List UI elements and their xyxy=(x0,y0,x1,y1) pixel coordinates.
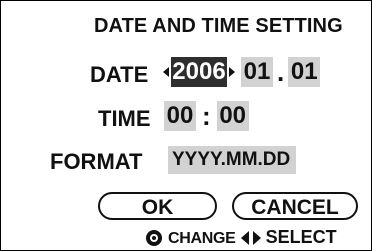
hint-bar: CHANGE SELECT xyxy=(145,227,337,248)
format-field[interactable]: YYYY.MM.DD xyxy=(168,146,297,174)
date-label: DATE xyxy=(90,62,149,87)
format-row: YYYY.MM.DD xyxy=(168,146,297,174)
hint-select-label: SELECT xyxy=(265,227,337,247)
date-day-field[interactable]: 01 xyxy=(288,57,321,87)
date-year-field[interactable]: 2006 xyxy=(171,57,227,87)
time-label: TIME xyxy=(98,106,151,131)
date-row: 2006 01 . 01 xyxy=(163,57,321,87)
cancel-button[interactable]: CANCEL xyxy=(232,192,358,220)
dialog-title: DATE AND TIME SETTING xyxy=(94,15,343,37)
hint-change-label: CHANGE xyxy=(168,230,236,247)
date-separator: . xyxy=(277,57,285,87)
ok-button[interactable]: OK xyxy=(98,192,217,220)
date-month-field[interactable]: 01 xyxy=(241,57,273,87)
left-right-arrows-icon xyxy=(240,227,266,247)
time-hour-field[interactable]: 00 xyxy=(164,101,196,131)
time-separator: : xyxy=(202,101,211,131)
control-dial-icon xyxy=(145,227,168,247)
format-label: FORMAT xyxy=(50,149,143,174)
arrow-right-icon[interactable] xyxy=(229,66,235,78)
time-minute-field[interactable]: 00 xyxy=(216,101,249,131)
time-row: 00 : 00 xyxy=(164,101,249,131)
arrow-left-icon[interactable] xyxy=(163,66,169,78)
